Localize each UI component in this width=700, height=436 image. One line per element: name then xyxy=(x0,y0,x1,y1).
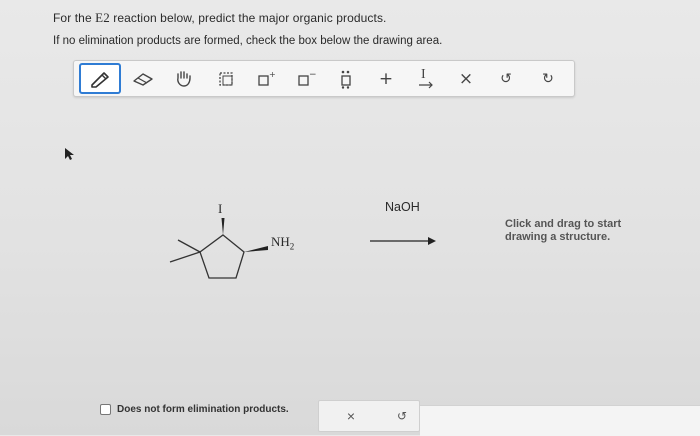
no-elimination-option[interactable]: Does not form elimination products. xyxy=(100,404,289,415)
svg-text:−: − xyxy=(309,70,316,80)
cyclopentane-ring xyxy=(199,234,245,279)
question-math-e2: E2 xyxy=(95,10,110,25)
iodo-wedge-bond xyxy=(221,218,225,235)
amine-label: NH2 xyxy=(271,234,294,252)
select-box-icon xyxy=(217,70,235,88)
drawing-area-bottom-edge xyxy=(420,405,700,436)
clear-tool-button[interactable]: × xyxy=(452,65,480,92)
lone-pair-icon xyxy=(337,69,355,89)
clear-answer-button[interactable]: × xyxy=(341,407,361,425)
no-elimination-label: Does not form elimination products. xyxy=(117,404,289,415)
redo-tool-button[interactable]: ↻ xyxy=(534,65,562,92)
eraser-tool-button[interactable] xyxy=(129,65,157,92)
question-text-pre: For the xyxy=(53,11,96,25)
iodine-label: I xyxy=(218,201,223,216)
svg-text:+: + xyxy=(269,70,276,79)
methyl-bond-2 xyxy=(169,251,201,263)
select-tool-button[interactable] xyxy=(212,65,240,92)
amine-label-main: NH xyxy=(271,234,290,249)
redo-icon: ↻ xyxy=(542,70,554,87)
negative-charge-icon: − xyxy=(296,70,316,88)
plus-icon: + xyxy=(378,68,394,89)
plus-tool-button[interactable]: + xyxy=(372,65,400,92)
amine-wedge-bond xyxy=(244,246,268,252)
undo-icon: ↺ xyxy=(500,70,512,87)
question-text-post: reaction below, predict the major organi… xyxy=(109,11,387,25)
amine-label-subscript: 2 xyxy=(289,241,295,252)
text-arrow-icon: I xyxy=(417,67,435,89)
question-line-1: For the E2 reaction below, predict the m… xyxy=(53,10,387,26)
negative-charge-tool-button[interactable]: − xyxy=(292,65,320,92)
clear-icon: × xyxy=(458,68,474,89)
drawing-toolbar: + − + I × ↺ ↻ xyxy=(73,60,575,97)
positive-charge-icon: + xyxy=(256,70,276,88)
reaction-arrow-icon xyxy=(370,233,438,251)
pencil-icon xyxy=(89,70,111,88)
undo-tool-button[interactable]: ↺ xyxy=(492,65,520,92)
text-arrow-tool-button[interactable]: I xyxy=(412,65,440,92)
hand-tool-button[interactable] xyxy=(170,65,198,92)
answer-controls: × ↺ xyxy=(318,400,420,432)
reagent-label: NaOH xyxy=(385,200,420,214)
drawing-hint: Click and drag to start drawing a struct… xyxy=(505,218,622,243)
hand-icon xyxy=(174,70,194,88)
close-icon: × xyxy=(346,408,356,424)
cursor-pointer-icon xyxy=(63,147,75,166)
methyl-bond-1 xyxy=(177,239,201,253)
question-line-2: If no elimination products are formed, c… xyxy=(53,35,443,47)
positive-charge-tool-button[interactable]: + xyxy=(252,65,280,92)
lone-pair-tool-button[interactable] xyxy=(332,65,360,92)
eraser-icon xyxy=(131,71,155,87)
no-elimination-checkbox[interactable] xyxy=(100,404,111,415)
undo-icon: ↺ xyxy=(396,409,408,423)
pencil-tool-button[interactable] xyxy=(79,63,121,94)
undo-answer-button[interactable]: ↺ xyxy=(392,407,412,425)
